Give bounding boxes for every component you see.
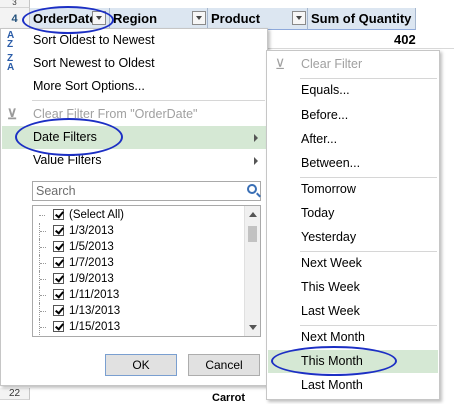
filter-search-input[interactable]: Search (32, 181, 261, 201)
list-item-label: 1/15/2013 (69, 321, 121, 333)
tree-connector (39, 207, 49, 223)
submenu-item-label: Last Month (301, 378, 363, 392)
header-sum-of-quantity[interactable]: Sum of Quantity (308, 8, 416, 30)
scroll-down-arrow-icon[interactable] (249, 325, 257, 330)
list-item-label: 1/9/2013 (69, 273, 114, 285)
tree-connector (39, 319, 50, 335)
submenu-arrow-icon (254, 157, 258, 165)
submenu-item-label: Today (301, 206, 335, 220)
sort-ascending-icon: AZ (7, 30, 15, 50)
list-item-label: 1/11/2013 (69, 289, 120, 301)
header-product[interactable]: Product (208, 8, 308, 30)
header-product-label: Product (211, 11, 261, 26)
clear-filter-icon: ⊻ (275, 56, 286, 72)
submenu-item-label: Before... (301, 108, 349, 122)
scroll-thumb[interactable] (248, 226, 257, 242)
submenu-between[interactable]: Between... (268, 152, 438, 175)
submenu-item-label: Tomorrow (301, 182, 356, 196)
clear-filter-icon: ⊻ (7, 106, 18, 122)
submenu-this-week[interactable]: This Week (268, 276, 438, 299)
submenu-item-label: Last Week (301, 304, 360, 318)
checkbox[interactable] (53, 209, 64, 220)
header-region[interactable]: Region (110, 8, 208, 30)
submenu-item-label: After... (301, 132, 338, 146)
submenu-equals[interactable]: Equals... (268, 79, 438, 102)
list-item-label: 1/3/2013 (69, 225, 114, 237)
submenu-next-week[interactable]: Next Week (268, 252, 438, 275)
submenu-item-label: Between... (301, 156, 361, 170)
submenu-item-label: Clear Filter (301, 57, 363, 71)
row-header-22[interactable]: 22 (0, 388, 30, 400)
orderdate-filter-menu: AZ Sort Oldest to Newest ZA Sort Newest … (0, 28, 268, 386)
submenu-after[interactable]: After... (268, 128, 438, 151)
submenu-last-month[interactable]: Last Month (268, 374, 438, 397)
submenu-next-month[interactable]: Next Month (268, 326, 438, 349)
checkbox[interactable] (53, 321, 64, 332)
list-scrollbar[interactable] (244, 206, 260, 336)
filter-values-list: (Select All) 1/3/2013 1/5/2013 1/7/2013 … (32, 205, 261, 337)
bottom-cell-value[interactable]: Carrot (212, 392, 245, 404)
tree-connector (39, 287, 50, 303)
menu-sort-oldest-to-newest[interactable]: AZ Sort Oldest to Newest (2, 29, 266, 52)
list-item-label: (Select All) (69, 209, 124, 221)
header-sum-label: Sum of Quantity (311, 11, 412, 26)
submenu-yesterday[interactable]: Yesterday (268, 226, 438, 249)
grand-total-value[interactable]: 402 (394, 32, 416, 47)
product-filter-dropdown[interactable] (292, 11, 306, 25)
region-filter-dropdown[interactable] (192, 11, 206, 25)
menu-separator (32, 100, 265, 101)
search-icon (247, 184, 257, 194)
submenu-last-week[interactable]: Last Week (268, 300, 438, 323)
submenu-item-label: Next Week (301, 256, 362, 270)
annotation-circle-orderdate (22, 6, 114, 34)
tree-connector (39, 303, 50, 319)
submenu-item-label: Next Month (301, 330, 365, 344)
submenu-item-label: Yesterday (301, 230, 357, 244)
menu-more-sort-options[interactable]: More Sort Options... (2, 75, 266, 98)
tree-connector (39, 223, 50, 239)
submenu-clear-filter[interactable]: ⊻ Clear Filter (268, 53, 438, 76)
tree-connector (39, 239, 50, 255)
submenu-item-label: This Week (301, 280, 360, 294)
menu-item-label: Sort Newest to Oldest (33, 56, 155, 70)
checkbox[interactable] (53, 273, 64, 284)
checkbox[interactable] (53, 241, 64, 252)
cancel-button[interactable]: Cancel (188, 354, 260, 376)
menu-item-label: Sort Oldest to Newest (33, 33, 155, 47)
search-placeholder: Search (36, 184, 76, 198)
row-header-3[interactable]: 3 (0, 0, 30, 8)
submenu-item-label: Equals... (301, 83, 350, 97)
submenu-today[interactable]: Today (268, 202, 438, 225)
header-region-label: Region (113, 11, 158, 26)
submenu-tomorrow[interactable]: Tomorrow (268, 178, 438, 201)
checkbox[interactable] (53, 289, 64, 300)
list-item-label: 1/13/2013 (69, 305, 121, 317)
sort-descending-icon: ZA (7, 53, 15, 73)
checkbox[interactable] (53, 225, 64, 236)
tree-connector (39, 255, 50, 271)
tree-connector (39, 271, 50, 287)
annotation-circle-date-filters (15, 118, 123, 156)
checkbox[interactable] (53, 257, 64, 268)
list-item-label: 1/5/2013 (69, 241, 114, 253)
submenu-before[interactable]: Before... (268, 104, 438, 127)
scroll-up-arrow-icon[interactable] (249, 212, 257, 217)
annotation-circle-this-month (271, 346, 397, 376)
menu-item-label: More Sort Options... (33, 79, 145, 93)
submenu-arrow-icon (254, 134, 258, 142)
checkbox[interactable] (53, 305, 64, 316)
ok-button[interactable]: OK (105, 354, 177, 376)
list-item-label: 1/7/2013 (69, 257, 114, 269)
menu-sort-newest-to-oldest[interactable]: ZA Sort Newest to Oldest (2, 52, 266, 75)
